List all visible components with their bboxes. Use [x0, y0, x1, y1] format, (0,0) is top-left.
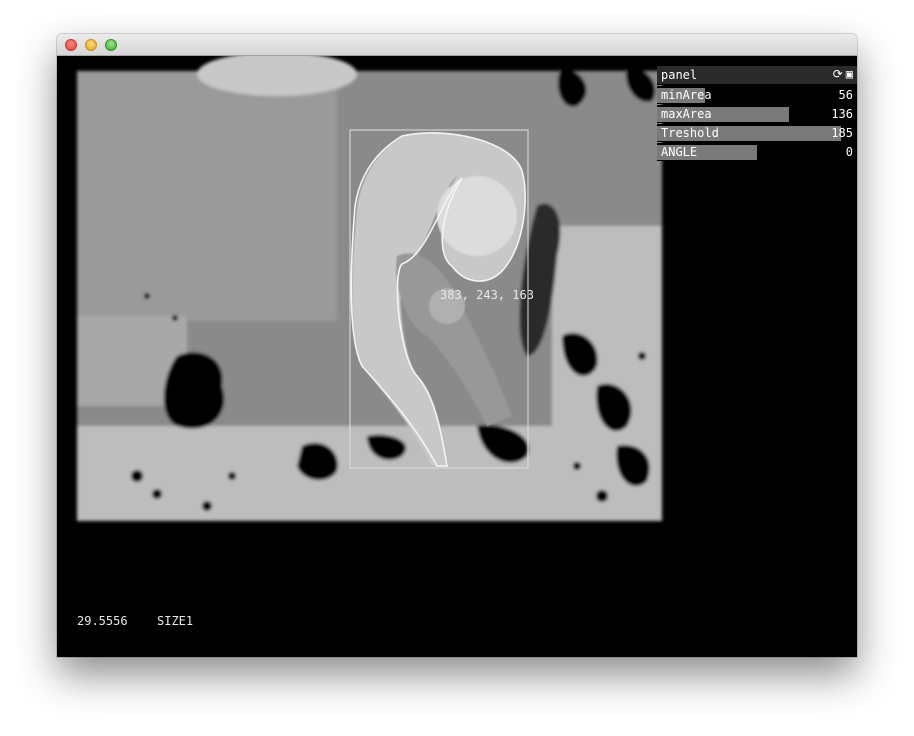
- save-icon[interactable]: ▣: [846, 67, 853, 81]
- slider-treshold[interactable]: Treshold 185: [657, 124, 857, 142]
- minimize-window-button[interactable]: [85, 39, 97, 51]
- slider-value: 56: [838, 88, 853, 102]
- slider-value: 0: [845, 145, 853, 159]
- slider-label: minArea: [661, 88, 712, 102]
- panel-header[interactable]: panel ⟳ ▣: [657, 66, 857, 85]
- fps-readout: 29.5556: [77, 614, 128, 628]
- slider-label: maxArea: [661, 107, 712, 121]
- slider-value: 136: [831, 107, 853, 121]
- slider-minarea[interactable]: minArea 56: [657, 86, 857, 104]
- slider-maxarea[interactable]: maxArea 136: [657, 105, 857, 123]
- control-panel: panel ⟳ ▣ minArea 56 maxArea 136 Treshold…: [657, 66, 857, 161]
- slider-label: Treshold: [661, 126, 719, 140]
- slider-value: 185: [831, 126, 853, 140]
- slider-angle[interactable]: ANGLE 0: [657, 143, 857, 161]
- panel-title: panel: [661, 68, 698, 82]
- close-window-button[interactable]: [65, 39, 77, 51]
- app-window: 383, 243, 163 29.5556 SIZE1 panel ⟳ ▣ min…: [57, 34, 857, 657]
- refresh-icon[interactable]: ⟳: [833, 67, 843, 81]
- title-bar[interactable]: [57, 34, 857, 56]
- pixel-coordinates-readout: 383, 243, 163: [440, 288, 534, 302]
- canvas-view: 383, 243, 163 29.5556 SIZE1 panel ⟳ ▣ min…: [57, 56, 857, 657]
- size-readout: SIZE1: [157, 614, 194, 628]
- slider-label: ANGLE: [661, 145, 698, 159]
- zoom-window-button[interactable]: [105, 39, 117, 51]
